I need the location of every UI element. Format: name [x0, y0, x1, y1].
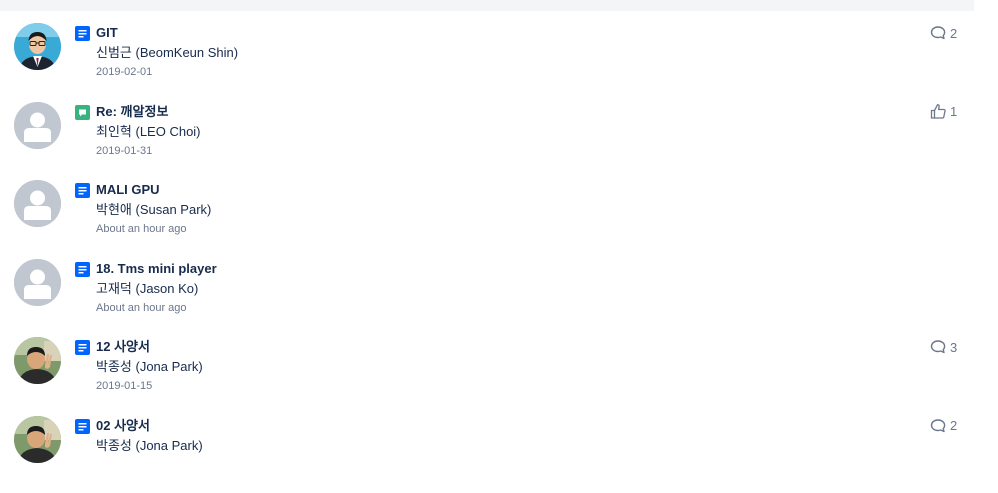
- avatar[interactable]: [14, 258, 61, 306]
- top-divider-strip: [0, 0, 974, 11]
- item-title-link[interactable]: 02 사양서: [96, 417, 150, 435]
- comment-type-icon: [75, 104, 90, 120]
- item-date: 2019-01-31: [96, 144, 153, 157]
- page-type-icon: [75, 26, 90, 41]
- page-type-icon: [75, 261, 90, 277]
- avatar[interactable]: [14, 101, 61, 149]
- item-date: About an hour ago: [96, 301, 187, 314]
- like-icon: [930, 103, 947, 120]
- comment-count[interactable]: 2: [930, 23, 957, 43]
- meta-count-value: 3: [950, 339, 958, 355]
- item-title-link[interactable]: GIT: [96, 24, 118, 42]
- comment-icon: [930, 25, 947, 41]
- feed-item[interactable]: Re: 깨알정보최인혁 (LEO Choi) 2019-01-31 1: [0, 100, 998, 179]
- feed-item[interactable]: GIT 신범근 (BeomKeun Shin) 2019-02-01 2: [0, 21, 998, 100]
- page-type-icon: [75, 183, 90, 199]
- avatar[interactable]: [14, 415, 61, 463]
- item-title-link[interactable]: MALI GPU: [96, 181, 160, 199]
- item-author-link[interactable]: 신범근 (BeomKeun Shin): [96, 44, 238, 62]
- like-count[interactable]: 1: [930, 102, 957, 122]
- item-author-link[interactable]: 최인혁 (LEO Choi): [96, 123, 201, 141]
- comment-icon: [930, 418, 947, 434]
- comment-count[interactable]: 3: [930, 337, 957, 357]
- meta-count-value: 1: [950, 104, 958, 120]
- feed-item[interactable]: MALI GPU 박현애 (Susan Park) About an hour ag…: [0, 178, 998, 257]
- item-author-link[interactable]: 박종성 (Jona Park): [96, 358, 203, 376]
- item-date: About an hour ago: [96, 223, 187, 236]
- page-type-icon: [75, 340, 90, 356]
- item-title-link[interactable]: Re: 깨알정보: [96, 103, 168, 121]
- meta-count-value: 2: [950, 418, 958, 434]
- meta-count-value: 2: [950, 25, 958, 41]
- feed-item[interactable]: 02 사양서박종성 (Jona Park) 2: [0, 414, 998, 493]
- avatar[interactable]: [14, 337, 61, 385]
- avatar[interactable]: [14, 23, 61, 70]
- activity-feed: GIT 신범근 (BeomKeun Shin) 2019-02-01 2 Re: 깨알정…: [0, 21, 998, 493]
- item-author-link[interactable]: 고재덕 (Jason Ko): [96, 280, 198, 298]
- item-title-link[interactable]: 12 사양서: [96, 338, 150, 356]
- feed-item[interactable]: 18. Tms mini player 고재덕 (Jason Ko) About a…: [0, 257, 998, 336]
- page-type-icon: [75, 418, 90, 434]
- item-date: 2019-01-15: [96, 380, 153, 393]
- item-date: 2019-02-01: [96, 66, 153, 78]
- comment-icon: [930, 339, 947, 355]
- comment-count[interactable]: 2: [930, 416, 957, 436]
- item-title-link[interactable]: 18. Tms mini player: [96, 260, 217, 278]
- feed-item[interactable]: 12 사양서박종성 (Jona Park) 2019-01-15 3: [0, 335, 998, 414]
- item-author-link[interactable]: 박종성 (Jona Park): [96, 437, 203, 455]
- avatar[interactable]: [14, 180, 61, 228]
- item-author-link[interactable]: 박현애 (Susan Park): [96, 201, 211, 219]
